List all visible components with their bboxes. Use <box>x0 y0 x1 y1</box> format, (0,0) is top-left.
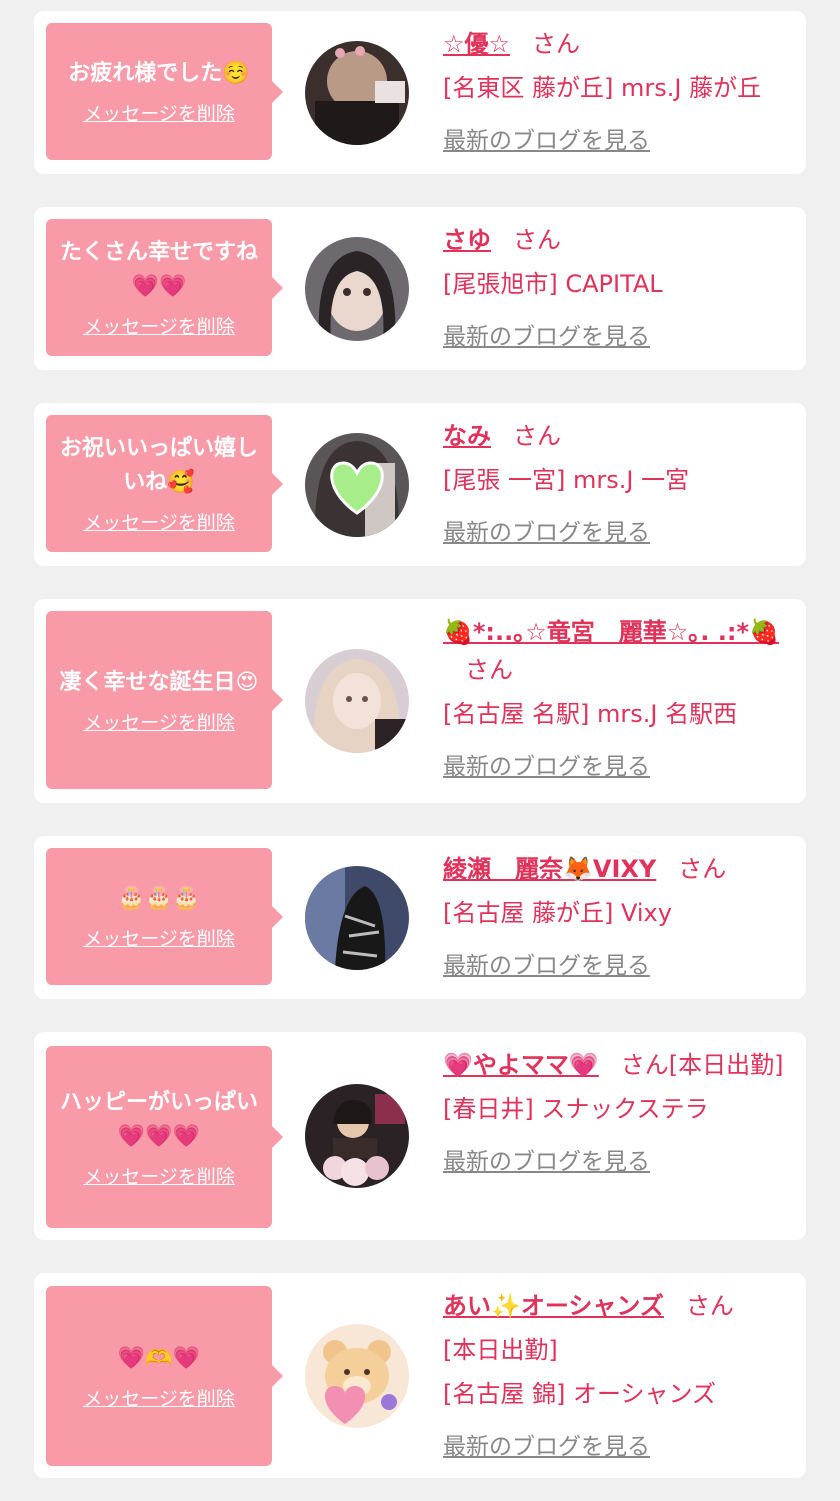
profile-info: 綾瀬 麗奈🦊VIXY さん [名古屋 藤が丘] Vixy 最新のブログを見る <box>443 850 793 980</box>
delete-message-link[interactable]: メッセージを削除 <box>83 1384 235 1411</box>
latest-blog-link[interactable]: 最新のブログを見る <box>443 121 650 155</box>
shop-info: [名古屋 藤が丘] Vixy <box>443 899 672 927</box>
message-bubble: ハッピーがいっぱい💗💗💗 メッセージを削除 <box>46 1046 283 1228</box>
honorific: さん <box>685 1292 734 1320</box>
message-bubble: たくさん幸せですね💗💗 メッセージを削除 <box>46 219 283 356</box>
profile-name-link[interactable]: さゆ <box>443 226 491 254</box>
message-text: ハッピーがいっぱい💗💗💗 <box>59 1089 258 1149</box>
message-card: 🎂🎂🎂 メッセージを削除 綾瀬 麗奈🦊VIXY さん [名古屋 藤が丘] Vixy… <box>34 836 806 999</box>
message-card: お疲れ様でした☺️ メッセージを削除 ☆優☆ さん [名東区 藤が丘] mrs.J… <box>34 11 806 174</box>
message-bubble: 🎂🎂🎂 メッセージを削除 <box>46 848 283 985</box>
profile-info: なみ さん [尾張 一宮] mrs.J 一宮 最新のブログを見る <box>443 417 793 547</box>
avatar[interactable] <box>305 237 409 341</box>
profile-name-link[interactable]: なみ <box>443 422 491 450</box>
profile-info: 💗やよママ💗 さん[本日出勤] [春日井] スナックステラ 最新のブログを見る <box>443 1046 793 1176</box>
latest-blog-link[interactable]: 最新のブログを見る <box>443 946 650 980</box>
latest-blog-link[interactable]: 最新のブログを見る <box>443 513 650 547</box>
avatar[interactable] <box>305 433 409 537</box>
message-bubble: お疲れ様でした☺️ メッセージを削除 <box>46 23 283 160</box>
avatar[interactable] <box>305 1084 409 1188</box>
message-card: お祝いいっぱい嬉しいね🥰 メッセージを削除 なみ さん [尾張 一宮] mrs.J… <box>34 403 806 566</box>
honorific: さん[本日出勤] <box>620 1051 784 1079</box>
message-bubble: お祝いいっぱい嬉しいね🥰 メッセージを削除 <box>46 415 283 552</box>
latest-blog-link[interactable]: 最新のブログを見る <box>443 317 650 351</box>
message-text: 💗🫶💗 <box>117 1345 201 1371</box>
profile-info: あい✨オーシャンズ さん [本日出勤] [名古屋 錦] オーシャンズ 最新のブログ… <box>443 1287 793 1461</box>
delete-message-link[interactable]: メッセージを削除 <box>83 312 235 339</box>
message-text: 凄く幸せな誕生日😍 <box>59 669 259 695</box>
latest-blog-link[interactable]: 最新のブログを見る <box>443 747 650 781</box>
delete-message-link[interactable]: メッセージを削除 <box>83 99 235 126</box>
message-bubble: 💗🫶💗 メッセージを削除 <box>46 1286 283 1466</box>
avatar[interactable] <box>305 649 409 753</box>
shop-info: [名東区 藤が丘] mrs.J 藤が丘 <box>443 74 762 102</box>
message-text: たくさん幸せですね💗💗 <box>59 240 258 299</box>
profile-name-link[interactable]: あい✨オーシャンズ <box>443 1292 664 1320</box>
profile-name-link[interactable]: 💗やよママ💗 <box>443 1051 599 1079</box>
message-bubble: 凄く幸せな誕生日😍 メッセージを削除 <box>46 611 283 789</box>
avatar[interactable] <box>305 1324 409 1428</box>
message-card: 💗🫶💗 メッセージを削除 あい✨オーシャンズ さん [本日出勤] [名古屋 錦] … <box>34 1273 806 1478</box>
message-card: 凄く幸せな誕生日😍 メッセージを削除 🍓*:..｡☆竜宮 麗華☆｡. .:*🍓 さ… <box>34 599 806 803</box>
profile-name-link[interactable]: 綾瀬 麗奈🦊VIXY <box>443 855 656 883</box>
shop-info: [春日井] スナックステラ <box>443 1095 709 1123</box>
honorific: さん <box>465 656 513 684</box>
honorific: さん <box>678 855 727 883</box>
latest-blog-link[interactable]: 最新のブログを見る <box>443 1142 650 1176</box>
shop-info: [尾張旭市] CAPITAL <box>443 270 663 298</box>
message-text: お祝いいっぱい嬉しいね🥰 <box>59 436 258 495</box>
honorific: さん <box>513 422 561 450</box>
today-attendance: [本日出勤] <box>443 1336 558 1364</box>
message-text: 🎂🎂🎂 <box>117 886 201 911</box>
delete-message-link[interactable]: メッセージを削除 <box>83 924 235 951</box>
profile-name-link[interactable]: ☆優☆ <box>443 30 510 58</box>
avatar[interactable] <box>305 41 409 145</box>
profile-info: さゆ さん [尾張旭市] CAPITAL 最新のブログを見る <box>443 221 793 351</box>
shop-info: [名古屋 錦] オーシャンズ <box>443 1380 717 1408</box>
honorific: さん <box>513 226 561 254</box>
message-card: たくさん幸せですね💗💗 メッセージを削除 さゆ さん [尾張旭市] CAPITAL… <box>34 207 806 370</box>
delete-message-link[interactable]: メッセージを削除 <box>83 708 235 735</box>
message-text: お疲れ様でした☺️ <box>68 61 250 86</box>
avatar[interactable] <box>305 866 409 970</box>
delete-message-link[interactable]: メッセージを削除 <box>83 1162 235 1189</box>
profile-info: 🍓*:..｡☆竜宮 麗華☆｡. .:*🍓 さん [名古屋 名駅] mrs.J 名駅… <box>443 613 793 781</box>
message-card: ハッピーがいっぱい💗💗💗 メッセージを削除 💗やよママ💗 さん[本日出勤] [春日… <box>34 1032 806 1240</box>
message-list: お疲れ様でした☺️ メッセージを削除 ☆優☆ さん [名東区 藤が丘] mrs.J… <box>0 0 840 1501</box>
profile-name-link[interactable]: 🍓*:..｡☆竜宮 麗華☆｡. .:*🍓 <box>443 618 779 646</box>
profile-info: ☆優☆ さん [名東区 藤が丘] mrs.J 藤が丘 最新のブログを見る <box>443 25 793 155</box>
honorific: さん <box>532 30 581 58</box>
delete-message-link[interactable]: メッセージを削除 <box>83 508 235 535</box>
latest-blog-link[interactable]: 最新のブログを見る <box>443 1427 650 1461</box>
shop-info: [名古屋 名駅] mrs.J 名駅西 <box>443 700 738 728</box>
shop-info: [尾張 一宮] mrs.J 一宮 <box>443 466 690 494</box>
